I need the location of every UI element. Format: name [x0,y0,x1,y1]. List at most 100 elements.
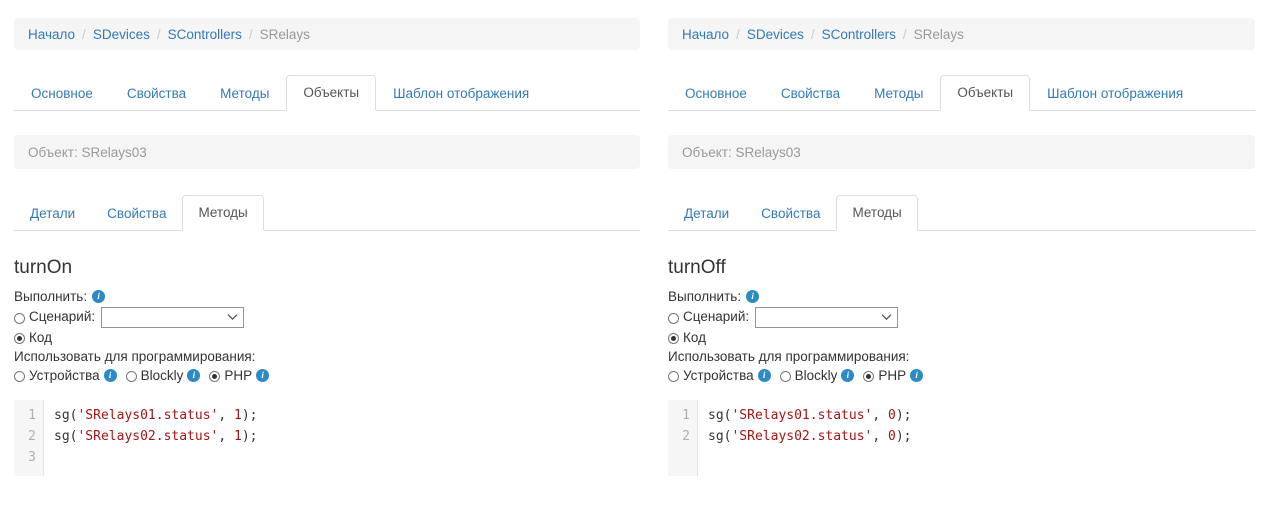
radio-scenario-label: Сценарий: [29,308,95,326]
radio-scenario-label: Сценарий: [683,308,749,326]
tab-main[interactable]: Основное [668,76,764,111]
method-title: turnOff [668,258,1248,279]
tab-objects[interactable]: Объекты [940,75,1030,111]
radio-scenario[interactable] [668,313,679,324]
tab-methods[interactable]: Методы [857,76,940,111]
editor-code-area[interactable]: sg('SRelays01.status', 1);sg('SRelays02.… [44,400,258,476]
radio-devices-label: Устройства [683,367,754,385]
editor-line-number: 1 [668,405,690,426]
tab-properties[interactable]: Свойства [764,76,857,111]
subtab-details[interactable]: Детали [14,196,91,231]
programming-options-row: Устройства i Blockly i PHP i [14,367,634,385]
radio-devices[interactable] [14,371,25,382]
info-icon[interactable]: i [841,369,854,382]
code-token-str: 'SRelays02.status' [77,429,218,444]
info-icon[interactable]: i [92,290,105,303]
execute-code-row: Код [14,329,634,347]
code-token-pun: , [218,429,234,444]
subtab-methods[interactable]: Методы [182,195,263,231]
execute-scenario-row: Сценарий: [668,307,1248,328]
radio-blockly-label: Blockly [141,367,184,385]
breadcrumb-separator: / [736,27,740,42]
breadcrumb-item-home[interactable]: Начало [28,27,75,42]
info-icon[interactable]: i [256,369,269,382]
editor-code-area[interactable]: sg('SRelays01.status', 0);sg('SRelays02.… [698,400,912,476]
subtab-methods[interactable]: Методы [836,195,917,231]
breadcrumb-item-sdevices[interactable]: SDevices [93,27,150,42]
breadcrumb-item-srelays: SRelays [914,27,964,42]
tab-main[interactable]: Основное [14,76,110,111]
subtab-details[interactable]: Детали [668,196,745,231]
code-token-num: 0 [888,429,896,444]
code-token-str: 'SRelays02.status' [731,429,872,444]
info-icon[interactable]: i [758,369,771,382]
radio-blockly[interactable] [780,371,791,382]
code-token-str: 'SRelays01.status' [77,408,218,423]
programming-label-row: Использовать для программирования: [668,348,1248,365]
code-token-num: 1 [234,408,242,423]
tab-display-template[interactable]: Шаблон отображения [1030,76,1200,111]
editor-code-line: sg('SRelays02.status', 0); [708,426,912,447]
editor-line-number-gutter: 123 [14,400,44,476]
radio-code-label: Код [683,329,706,347]
object-header-bar: Объект: SRelays03 [14,135,640,169]
radio-devices[interactable] [668,371,679,382]
execute-label: Выполнить: [668,288,741,305]
editor-line-number: 2 [668,426,690,447]
object-header-label: Объект: SRelays03 [682,145,801,160]
info-icon[interactable]: i [746,290,759,303]
editor-code-line [54,447,258,468]
code-token-str: 'SRelays01.status' [731,408,872,423]
editor-code-line: sg('SRelays01.status', 0); [708,405,912,426]
breadcrumb-item-scontrollers[interactable]: SControllers [822,27,896,42]
radio-code[interactable] [14,333,25,344]
code-token-num: 1 [234,429,242,444]
scenario-select[interactable] [755,307,898,328]
breadcrumb-separator: / [82,27,86,42]
radio-php[interactable] [209,371,220,382]
breadcrumb-item-home[interactable]: Начало [682,27,729,42]
breadcrumb-item-sdevices[interactable]: SDevices [747,27,804,42]
radio-code[interactable] [668,333,679,344]
radio-scenario[interactable] [14,313,25,324]
radio-php-label: PHP [224,367,252,385]
code-token-pun: , [872,408,888,423]
programming-label: Использовать для программирования: [668,348,909,365]
execute-label-row: Выполнить: i [14,288,634,305]
programming-label: Использовать для программирования: [14,348,255,365]
code-token-pun: ); [896,408,912,423]
panel-right: Начало / SDevices / SControllers / SRela… [654,0,1261,526]
breadcrumb-separator: / [157,27,161,42]
radio-blockly[interactable] [126,371,137,382]
editor-code-line: sg('SRelays01.status', 1); [54,405,258,426]
tab-objects[interactable]: Объекты [286,75,376,111]
code-editor[interactable]: 12 sg('SRelays01.status', 0);sg('SRelays… [668,400,1241,476]
main-tab-bar: Основное Свойства Методы Объекты Шаблон … [14,71,640,111]
tab-properties[interactable]: Свойства [110,76,203,111]
app-canvas: Начало / SDevices / SControllers / SRela… [0,0,1261,526]
main-tab-bar: Основное Свойства Методы Объекты Шаблон … [668,71,1255,111]
code-token-pun: sg( [708,408,731,423]
breadcrumb-item-scontrollers[interactable]: SControllers [168,27,242,42]
info-icon[interactable]: i [187,369,200,382]
scenario-select[interactable] [101,307,244,328]
code-editor[interactable]: 123 sg('SRelays01.status', 1);sg('SRelay… [14,400,626,476]
info-icon[interactable]: i [910,369,923,382]
subtab-properties[interactable]: Свойства [91,196,182,231]
method-form: turnOn Выполнить: i Сценарий: [14,258,634,386]
object-header-bar: Объект: SRelays03 [668,135,1255,169]
radio-blockly-label: Blockly [795,367,838,385]
subtab-properties[interactable]: Свойства [745,196,836,231]
radio-php[interactable] [863,371,874,382]
execute-code-row: Код [668,329,1248,347]
info-icon[interactable]: i [104,369,117,382]
code-token-pun: ); [242,429,258,444]
breadcrumb-separator: / [249,27,253,42]
radio-code-label: Код [29,329,52,347]
method-form: turnOff Выполнить: i Сценарий: [668,258,1248,386]
execute-scenario-row: Сценарий: [14,307,634,328]
execute-label: Выполнить: [14,288,87,305]
tab-methods[interactable]: Методы [203,76,286,111]
object-sub-tab-bar: Детали Свойства Методы [668,191,1255,231]
tab-display-template[interactable]: Шаблон отображения [376,76,546,111]
